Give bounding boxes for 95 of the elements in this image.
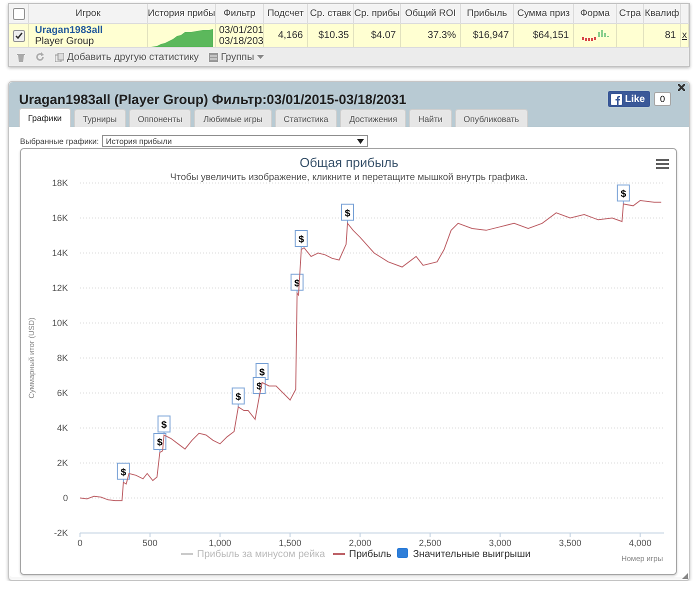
win-flag[interactable]: $ [158,416,171,436]
y-tick-label: 16K [52,213,68,223]
profit-sparkline [150,27,212,47]
y-tick-label: 12K [52,283,68,293]
y-tick-label: 14K [52,248,68,258]
x-tick-label: 500 [142,538,158,548]
table-cell: 37.3% [401,24,461,47]
facebook-icon [610,94,622,104]
add-stats-button[interactable]: Добавить другую статистику [55,52,199,62]
player-link[interactable]: Uragan1983all [35,24,103,36]
y-tick-label: 6K [56,388,68,398]
menu-icon[interactable] [656,159,669,169]
annotation: $ [259,368,266,378]
y-tick-label: 4K [56,423,68,433]
tab[interactable]: Оппоненты [128,109,192,127]
column-header[interactable]: Ср. ставк [308,4,354,24]
tab[interactable]: Турниры [74,109,126,127]
column-header[interactable]: Квалиф [644,4,681,24]
x-tick-label: 0 [78,538,82,548]
table-cell: 81 [644,24,681,47]
win-flag[interactable]: $ [256,363,269,383]
like-count: 0 [654,92,671,106]
column-header[interactable]: Фильтр [216,4,264,24]
legend-item[interactable]: Значительные выигрыши [397,548,531,560]
annotation: $ [298,234,304,246]
panel-title: Uragan1983all (Player Group) Фильтр:03/01/2015-03/18/2031 [19,92,408,106]
legend-item[interactable]: Прибыль [333,549,392,560]
column-header[interactable]: Стра [617,4,644,24]
tab[interactable]: Статистика [274,109,338,127]
annotation: $ [120,467,127,478]
win-flag[interactable]: $ [232,388,245,408]
check-icon [14,32,22,40]
column-header[interactable]: Форма [574,4,617,24]
filter-date: 03/01/201 [219,24,264,36]
tab[interactable]: Найти [409,109,452,127]
chart-subtitle: Чтобы увеличить изображение, кликните и перетащите мышкой внутрь графика. [170,172,528,183]
trash-icon [17,52,25,62]
win-flag[interactable]: $ [294,230,308,250]
x-tick-label: 4,000 [628,538,652,548]
win-flag[interactable]: $ [153,433,166,453]
tab[interactable]: Графики [19,108,71,127]
caret-icon [356,138,364,144]
y-tick-label: 8K [56,353,68,363]
column-header[interactable]: Сумма приз [514,4,574,24]
x-tick-label: 2,000 [348,538,372,548]
groups-button[interactable]: Группы [208,52,264,62]
chart-select-label: Выбранные графики: [20,136,99,146]
column-header[interactable]: Ср. прибы [354,4,401,24]
x-tick-label: 3,000 [488,538,512,548]
table-cell: $4.07 [354,24,401,47]
legend-label: Прибыль [349,549,392,560]
copy-icon [55,52,64,62]
y-tick-label: 10K [52,318,68,328]
win-flag[interactable]: $ [116,462,130,483]
x-tick-label: 3,500 [558,538,582,548]
table-cell: 4,166 [264,24,308,47]
table-icon [208,52,218,62]
table-cell: $16,947 [461,24,514,47]
checkbox[interactable] [12,8,24,20]
table-cell: $64,151 [514,24,574,47]
refresh-icon [35,52,45,62]
caret-icon [257,55,264,59]
annotation: $ [157,438,164,448]
x-tick-label: 2,500 [418,538,442,548]
annotation: $ [344,208,351,220]
table-cell: $10.35 [308,24,354,47]
y-tick-label: 18K [52,178,68,188]
close-icon[interactable] [678,84,685,91]
tab[interactable]: Достижения [340,109,406,127]
like-button[interactable]: Like [608,91,650,107]
annotation: $ [235,392,242,403]
column-header[interactable]: Игрок [29,4,148,24]
chart-title: Общая прибыль [300,155,398,170]
y-tick-label: 0 [62,493,68,503]
win-flag[interactable]: $ [341,204,354,224]
resize-grip-icon [682,573,688,579]
annotation: $ [161,420,168,431]
column-header[interactable]: Прибыль [461,4,514,24]
annotation: $ [620,189,627,200]
y-tick-label: 2K [56,458,68,468]
column-header[interactable]: Подсчет [264,4,308,24]
form-sparkline [580,28,610,42]
win-flag[interactable]: $ [616,184,630,204]
tab[interactable]: Опубликовать [454,109,528,127]
column-header[interactable]: История прибы [148,4,216,24]
checkbox[interactable] [12,30,24,42]
y-tick-label: -2K [54,528,68,538]
column-header[interactable]: Общий ROI [401,4,461,24]
x-tick-label: 1,000 [208,538,232,548]
tab[interactable]: Любимые игры [194,109,272,127]
x-tick-label: 1,500 [278,538,302,548]
remove-link[interactable]: x [681,24,689,47]
player-group: Player Group [35,36,94,46]
filter-date: 03/18/203 [219,36,264,46]
chart-dropdown[interactable]: История прибыли [102,135,368,147]
